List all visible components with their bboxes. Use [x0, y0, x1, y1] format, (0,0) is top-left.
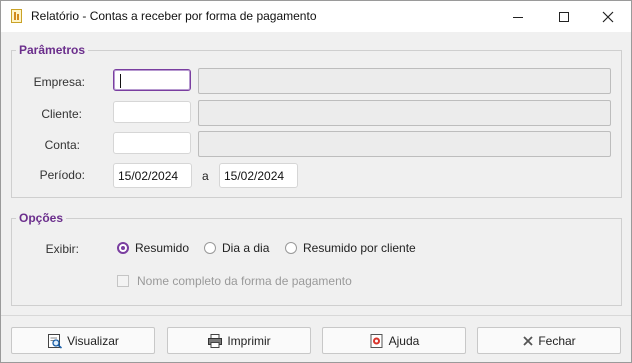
periodo-label: Período:: [39, 168, 85, 182]
fechar-label: Fechar: [538, 333, 576, 348]
radio-resumido-por-cliente-label: Resumido por cliente: [303, 241, 416, 255]
empresa-label: Empresa:: [33, 75, 85, 89]
exibir-label: Exibir:: [45, 242, 79, 256]
checkbox-box: [117, 275, 129, 287]
preview-icon: [48, 333, 63, 349]
cliente-label: Cliente:: [41, 107, 82, 121]
empresa-code-input[interactable]: [113, 69, 191, 91]
radio-selected-indicator: [117, 242, 129, 254]
cliente-name-field: [198, 100, 611, 126]
nome-completo-checkbox[interactable]: Nome completo da forma de pagamento: [117, 274, 352, 288]
parameters-legend: Parâmetros: [19, 43, 86, 57]
radio-dia-a-dia[interactable]: Dia a dia: [204, 241, 269, 255]
print-icon: [208, 333, 223, 348]
minimize-button[interactable]: [495, 1, 541, 32]
text-caret: [120, 74, 121, 88]
radio-indicator: [204, 242, 216, 254]
conta-name-field: [198, 131, 611, 157]
window-title: Relatório - Contas a receber por forma d…: [31, 9, 317, 23]
options-group: Opções: [11, 211, 622, 306]
imprimir-label: Imprimir: [227, 333, 271, 348]
cliente-code-input[interactable]: [113, 101, 191, 123]
visualizar-label: Visualizar: [67, 333, 119, 348]
period-separator: a: [202, 169, 209, 183]
maximize-button[interactable]: [541, 1, 587, 32]
radio-resumido[interactable]: Resumido: [117, 241, 189, 255]
radio-indicator: [285, 242, 297, 254]
imprimir-button[interactable]: Imprimir: [167, 327, 311, 354]
empresa-name-field: [198, 68, 611, 94]
dialog-window: Relatório - Contas a receber por forma d…: [0, 0, 632, 363]
radio-resumido-label: Resumido: [135, 241, 190, 255]
period-end-input[interactable]: 15/02/2024: [219, 163, 298, 188]
close-x-icon: [523, 335, 533, 346]
radio-dia-a-dia-label: Dia a dia: [222, 241, 270, 255]
conta-code-input[interactable]: [113, 132, 191, 154]
conta-label: Conta:: [44, 138, 80, 152]
report-icon: [11, 9, 22, 23]
options-legend: Opções: [19, 211, 64, 225]
nome-completo-label: Nome completo da forma de pagamento: [137, 274, 352, 288]
period-start-input[interactable]: 15/02/2024: [113, 163, 192, 188]
minimize-icon: [513, 16, 523, 18]
radio-resumido-por-cliente[interactable]: Resumido por cliente: [285, 241, 416, 255]
button-separator: [1, 315, 631, 316]
close-icon: [602, 11, 614, 22]
visualizar-button[interactable]: Visualizar: [11, 327, 155, 354]
close-window-button[interactable]: [585, 1, 631, 32]
ajuda-label: Ajuda: [388, 333, 420, 348]
ajuda-button[interactable]: Ajuda: [322, 327, 466, 354]
maximize-icon: [559, 11, 569, 22]
help-icon: [370, 333, 383, 348]
fechar-button[interactable]: Fechar: [477, 327, 621, 354]
title-bar: Relatório - Contas a receber por forma d…: [1, 1, 631, 32]
